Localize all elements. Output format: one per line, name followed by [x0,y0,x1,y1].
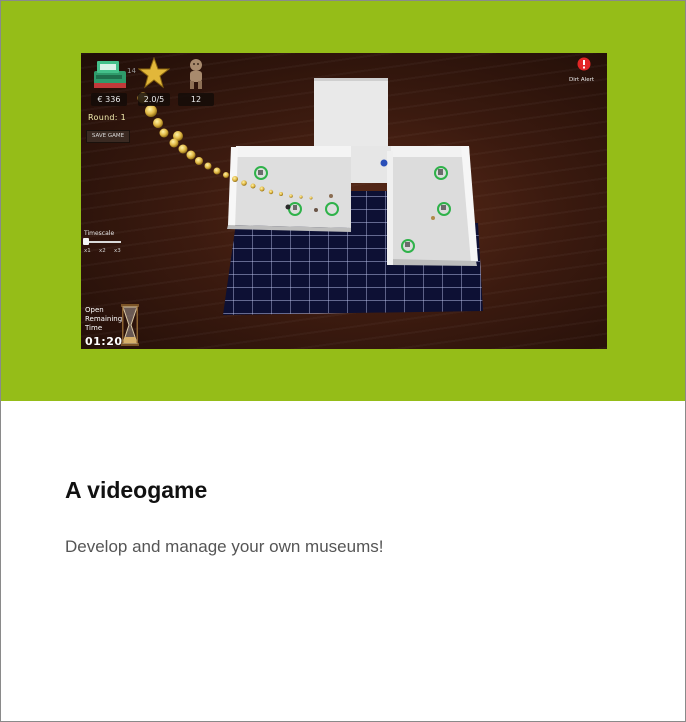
money-counter: € 336 [91,93,127,106]
time-label: Time [85,324,103,332]
hourglass-icon [121,304,139,346]
timescale-x2[interactable]: x2 [99,248,106,254]
alert-icon[interactable] [577,57,591,71]
project-card[interactable]: 14 € 336 2.0/5 12 Round: 1 SAVE GAME Dir… [0,0,686,722]
card-title: A videogame [65,477,208,503]
save-game-button[interactable]: SAVE GAME [86,130,130,143]
star-icon [138,57,170,89]
remaining-time: 01:20 [85,335,123,348]
back-wall [314,78,388,146]
round-label: Round: 1 [88,113,127,122]
cash-register-icon [94,61,126,88]
open-label: Open [85,306,104,314]
visitor-count: 12 [178,93,214,106]
money-faded: 14 [127,67,136,75]
timescale-x1[interactable]: x1 [84,248,91,254]
card-description: Develop and manage your own museums! [65,537,384,556]
timescale-slider[interactable] [85,241,121,243]
room-right [387,146,478,266]
dirt-alert-label: Dirt Alert [569,77,595,83]
room-left [227,146,351,232]
hero-banner: 14 € 336 2.0/5 12 Round: 1 SAVE GAME Dir… [1,1,685,401]
star-rating: 2.0/5 [138,93,170,106]
timescale-slider-handle[interactable] [83,238,89,245]
timescale-label: Timescale [84,230,115,237]
game-screenshot: 14 € 336 2.0/5 12 Round: 1 SAVE GAME Dir… [81,53,607,349]
remaining-label: Remaining [85,315,123,323]
visitor-doll-icon [190,59,202,89]
timescale-x3[interactable]: x3 [114,248,121,254]
